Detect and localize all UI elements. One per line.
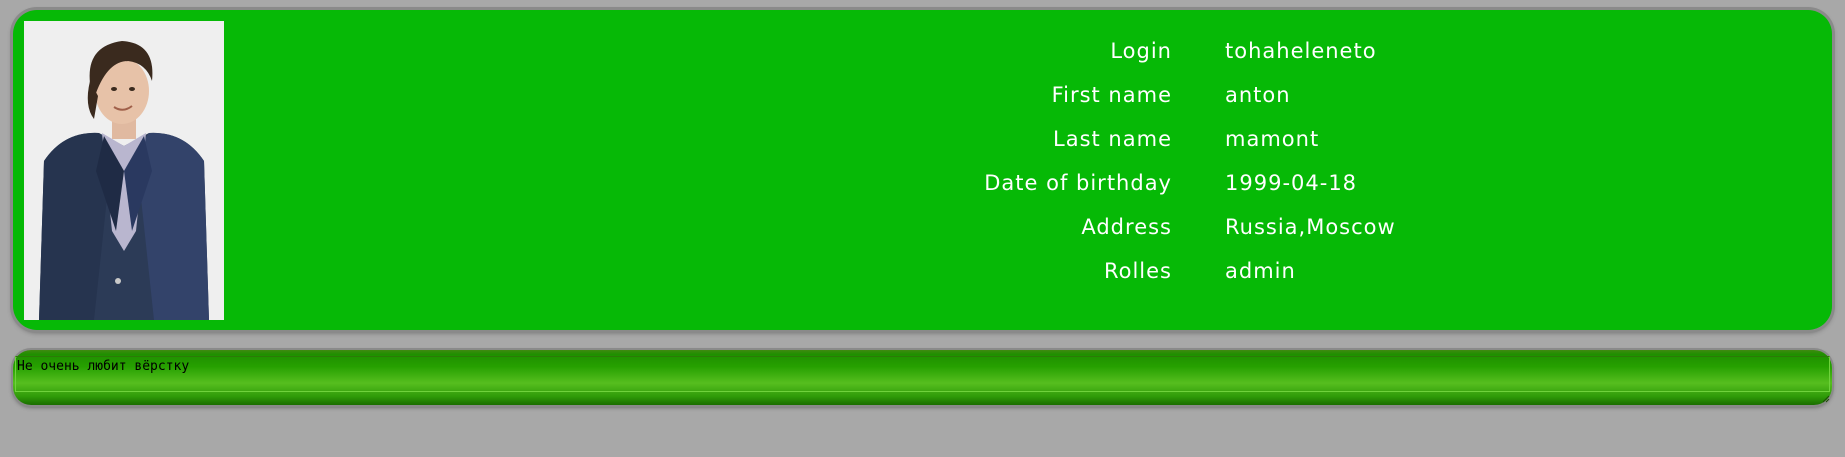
roles-label: Rolles: [1103, 259, 1172, 283]
birthday-label: Date of birthday: [984, 171, 1172, 195]
first-name-label: First name: [1051, 83, 1172, 107]
profile-card: Login tohaheleneto First name anton Last…: [13, 10, 1832, 330]
note-textarea[interactable]: Не очень любит вёрстку: [15, 356, 1830, 392]
last-name-value: mamont: [1225, 127, 1320, 151]
address-label: Address: [1081, 215, 1172, 239]
profile-row-login: Login tohaheleneto: [13, 36, 1832, 66]
address-value: Russia,Moscow: [1225, 215, 1396, 239]
first-name-value: anton: [1225, 83, 1291, 107]
profile-row-first-name: First name anton: [13, 80, 1832, 110]
last-name-label: Last name: [1053, 127, 1172, 151]
profile-row-address: Address Russia,Moscow: [13, 212, 1832, 242]
birthday-value: 1999-04-18: [1225, 171, 1358, 195]
profile-row-last-name: Last name mamont: [13, 124, 1832, 154]
profile-row-roles: Rolles admin: [13, 256, 1832, 286]
resize-grip-icon[interactable]: [1822, 395, 1830, 403]
profile-row-birthday: Date of birthday 1999-04-18: [13, 168, 1832, 198]
note-container: Не очень любит вёрстку: [13, 350, 1832, 405]
roles-value: admin: [1225, 259, 1296, 283]
login-value: tohaheleneto: [1225, 39, 1377, 63]
login-label: Login: [1110, 39, 1172, 63]
